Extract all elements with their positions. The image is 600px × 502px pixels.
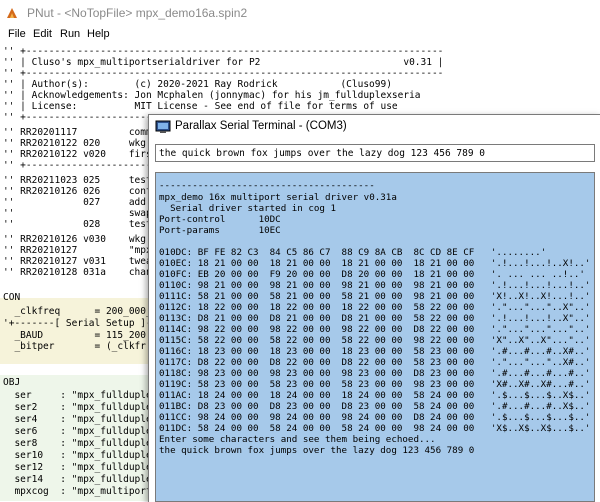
code-line: '' RR20210126 026 contin: [3, 186, 164, 197]
terminal-line: 0118C: 98 23 00 00 98 23 00 00 98 23 00 …: [159, 368, 591, 379]
terminal-line: 0111C: 58 21 00 00 58 21 00 00 58 21 00 …: [159, 291, 591, 302]
terminal-icon: [155, 120, 171, 133]
code-line: ser8 : "mpx_fullduplex: [3, 438, 158, 449]
window-title: PNut - <NoTopFile> mpx_demo16a.spin2: [27, 6, 248, 20]
code-line: '' RR20211023 025 test n: [3, 175, 164, 186]
code-line: '' | License: MIT License - See end of f…: [3, 101, 398, 112]
terminal-line: 011AC: 18 24 00 00 18 24 00 00 18 24 00 …: [159, 390, 591, 401]
code-line: ser14 : "mpx_fullduplex: [3, 474, 158, 485]
code-line: OBJ: [3, 377, 21, 388]
code-line: ser6 : "mpx_fullduplex: [3, 426, 158, 437]
code-line: _clkfreq = 200_000_: [3, 306, 152, 317]
terminal-line: 011BC: D8 23 00 00 D8 23 00 00 D8 23 00 …: [159, 401, 591, 412]
code-line: '' +------------------------------------…: [3, 46, 444, 57]
terminal-line: 0110C: 98 21 00 00 98 21 00 00 98 21 00 …: [159, 280, 591, 291]
code-line: '' RR20210128 031a change: [3, 267, 164, 278]
menu-help[interactable]: Help: [87, 28, 110, 40]
code-line: '' RR20210122 v020 first: [3, 149, 158, 160]
code-line: '' 028 test w: [3, 219, 164, 230]
code-line: '' 027 add st: [3, 197, 164, 208]
code-line: mpxcog : "mpx_multiports: [3, 486, 158, 497]
code-line: '' RR20201117 commen: [3, 127, 164, 138]
terminal-line: 0119C: 58 23 00 00 58 23 00 00 58 23 00 …: [159, 379, 591, 390]
code-line: '' RR20210122 020 wkg &: [3, 138, 158, 149]
code-line: ser12 : "mpx_fullduplex: [3, 462, 158, 473]
code-line: '' swap o: [3, 208, 164, 219]
terminal-input-field[interactable]: the quick brown fox jumps over the lazy …: [155, 144, 595, 162]
code-line: '' | Acknowledgements: Jon Mcphalen (jon…: [3, 90, 421, 101]
code-line: '' | Author(s): (c) 2020-2021 Ray Rodric…: [3, 79, 392, 90]
code-line: '' RR20210127 v031 tweak: [3, 256, 158, 267]
terminal-line: 0113C: D8 21 00 00 D8 21 00 00 D8 21 00 …: [159, 313, 591, 324]
terminal-line: Port-params 10EC: [159, 225, 281, 236]
terminal-line: ---------------------------------------: [159, 180, 375, 191]
code-line: _BAUD = 115_200: [3, 330, 146, 341]
code-line: ser4 : "mpx_fullduplex: [3, 414, 158, 425]
terminal-output-pane[interactable]: --------------------------------------- …: [155, 172, 595, 502]
terminal-line: 010FC: EB 20 00 00 F9 20 00 00 D8 20 00 …: [159, 269, 585, 280]
terminal-line: 0116C: 18 23 00 00 18 23 00 00 18 23 00 …: [159, 346, 591, 357]
code-line: ser10 : "mpx_fullduplex: [3, 450, 158, 461]
terminal-line: 010DC: BF FE 82 C3 84 C5 86 C7 88 C9 8A …: [159, 247, 547, 258]
terminal-line: 0117C: D8 22 00 00 D8 22 00 00 D8 22 00 …: [159, 357, 591, 368]
menu-bar: File Edit Run Help: [0, 26, 600, 44]
terminal-line: the quick brown fox jumps over the lazy …: [159, 445, 475, 456]
terminal-line: 0114C: 98 22 00 00 98 22 00 00 98 22 00 …: [159, 324, 591, 335]
code-line: '' +-------------------------: [3, 160, 169, 171]
terminal-line: 011CC: 98 24 00 00 98 24 00 00 98 24 00 …: [159, 412, 591, 423]
menu-file[interactable]: File: [8, 28, 26, 40]
terminal-line: 010EC: 18 21 00 00 18 21 00 00 18 21 00 …: [159, 258, 591, 269]
code-line: '' RR20210127 "mpx_d: [3, 245, 164, 256]
code-line: '' | Cluso's mpx_multiportserialdriver f…: [3, 57, 444, 68]
code-line: _bitper = (_clkfr: [3, 341, 146, 352]
pnut-logo-icon: [7, 8, 17, 18]
code-line: ser2 : "mpx_fullduplex: [3, 402, 158, 413]
terminal-line: Port-control 10DC: [159, 214, 281, 225]
terminal-line: 0112C: 18 22 00 00 18 22 00 00 18 22 00 …: [159, 302, 591, 313]
terminal-line: 0115C: 58 22 00 00 58 22 00 00 58 22 00 …: [159, 335, 591, 346]
terminal-line: 011DC: 58 24 00 00 58 24 00 00 58 24 00 …: [159, 423, 591, 434]
code-line: ser : "mpx_fullduplex: [3, 390, 158, 401]
menu-run[interactable]: Run: [60, 28, 80, 40]
terminal-line: Serial driver started in cog 1: [159, 203, 337, 214]
terminal-line: Enter some characters and see them being…: [159, 434, 436, 445]
pnut-titlebar: PNut - <NoTopFile> mpx_demo16a.spin2: [0, 0, 600, 26]
code-line: '+-------[ Serial Setup ]-: [3, 318, 152, 329]
code-line: '' RR20210126 v030 wkg re: [3, 234, 164, 245]
terminal-title: Parallax Serial Terminal - (COM3): [175, 120, 347, 132]
serial-terminal-window: Parallax Serial Terminal - (COM3) the qu…: [148, 114, 600, 502]
terminal-titlebar[interactable]: Parallax Serial Terminal - (COM3): [149, 115, 600, 139]
code-line: '' +------------------------------------…: [3, 68, 444, 79]
terminal-line: mpx_demo 16x multiport serial driver v0.…: [159, 192, 397, 203]
menu-edit[interactable]: Edit: [33, 28, 52, 40]
code-line: CON: [3, 292, 21, 303]
